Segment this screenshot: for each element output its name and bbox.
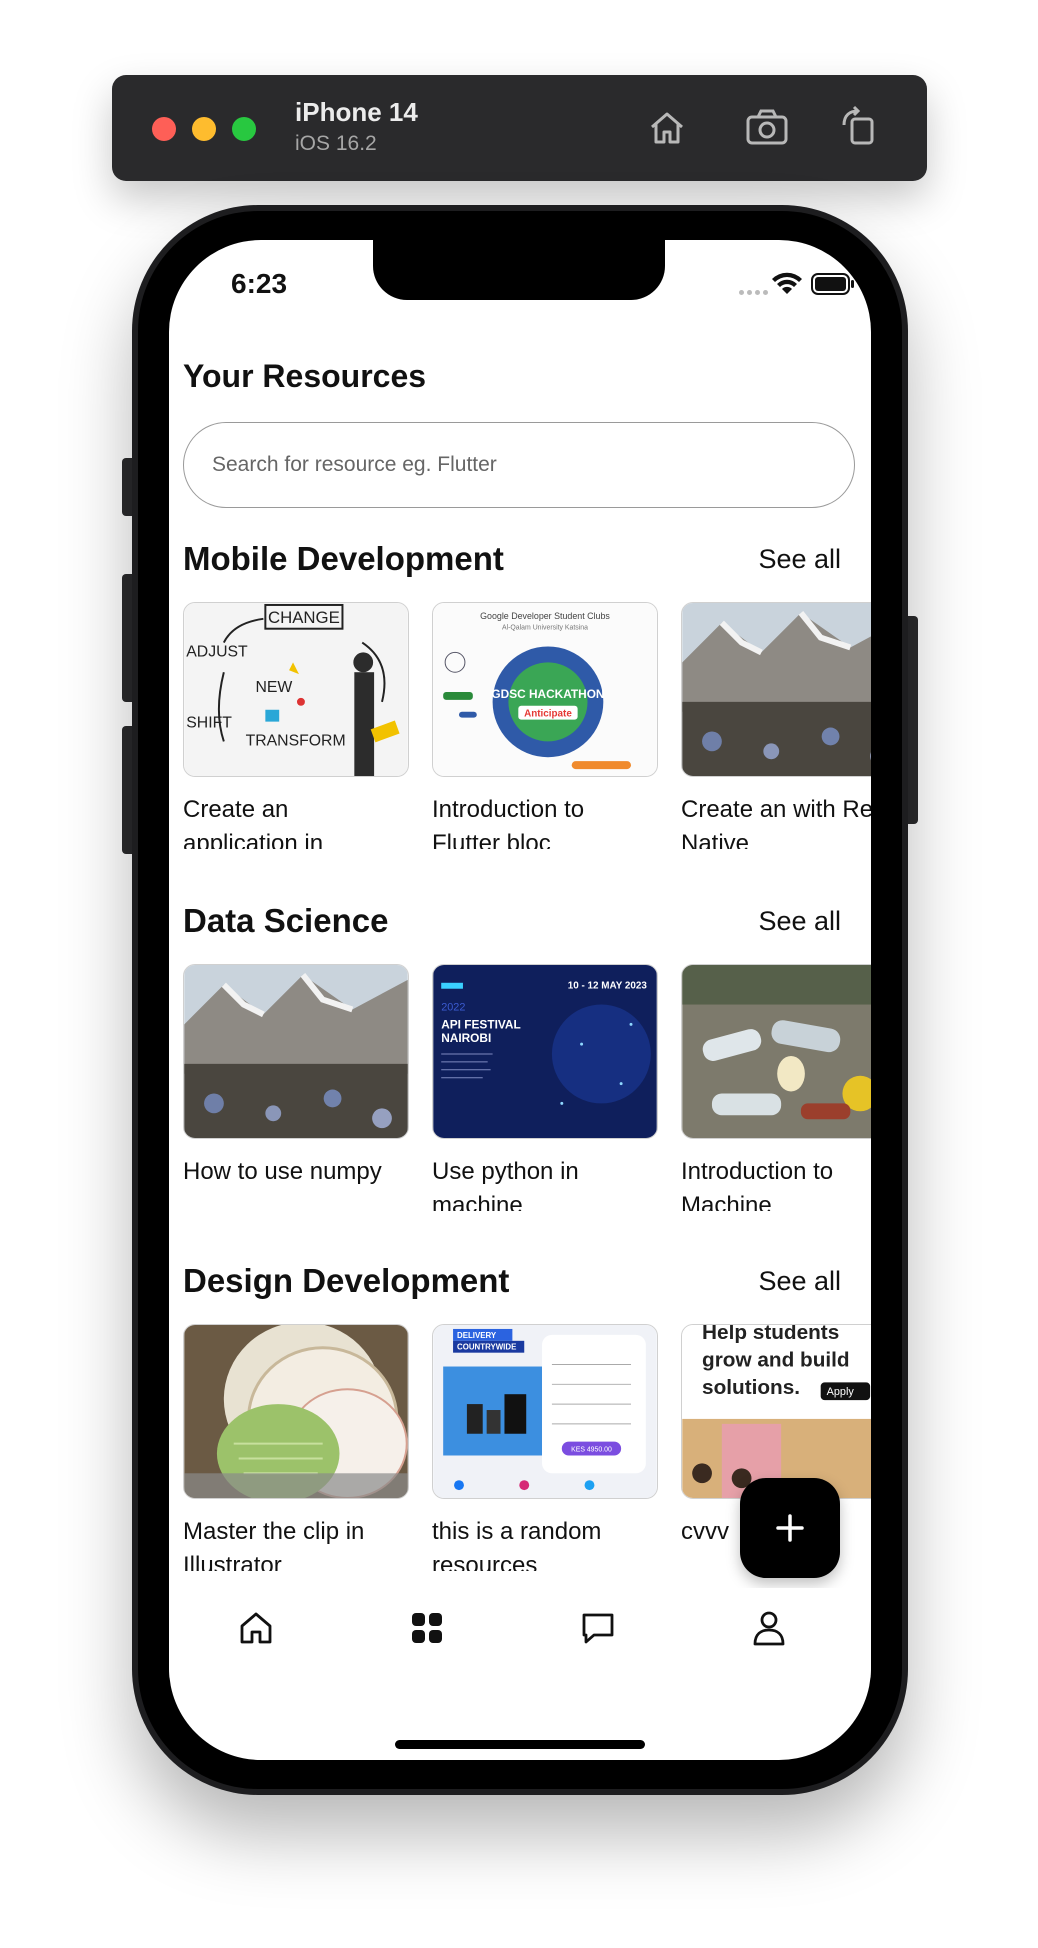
svg-text:2022: 2022 <box>441 1001 465 1013</box>
svg-text:10 - 12 MAY 2023: 10 - 12 MAY 2023 <box>568 981 648 992</box>
profile-icon <box>753 1611 785 1646</box>
power-button <box>908 616 918 824</box>
svg-text:Al-Qalam University Katsina: Al-Qalam University Katsina <box>502 625 588 632</box>
svg-text:solutions.: solutions. <box>702 1376 800 1399</box>
card-title: How to use numpy <box>183 1158 382 1185</box>
svg-text:Apply: Apply <box>827 1386 855 1398</box>
svg-text:Google Developer Student Clubs: Google Developer Student Clubs <box>480 611 610 621</box>
zoom-window-button[interactable] <box>232 117 256 141</box>
see-all-link[interactable]: See all <box>758 1266 841 1297</box>
resource-card[interactable]: DELIVERY COUNTRYWIDE KES 4950.00 this is… <box>432 1324 658 1571</box>
card-title: Introduction to Flutter bloc <box>432 796 585 849</box>
rotate-icon[interactable] <box>834 101 888 155</box>
svg-text:TRANSFORM: TRANSFORM <box>246 732 346 749</box>
card-title: Create an application in <box>183 796 324 849</box>
volume-down-button <box>122 726 132 854</box>
svg-text:KES 4950.00: KES 4950.00 <box>571 1447 612 1454</box>
close-window-button[interactable] <box>152 117 176 141</box>
card-title: Master the clip in Illustrator <box>183 1518 365 1571</box>
svg-text:NEW: NEW <box>255 679 292 696</box>
os-version: iOS 16.2 <box>295 132 377 155</box>
thumbnail-change-whiteboard: CHANGE ADJUST NEW SHIFT TRANSFORM <box>183 602 409 777</box>
card-carousel[interactable]: How to use numpy 10 - 12 MAY 2023 2022 A… <box>183 964 871 1214</box>
svg-text:API FESTIVAL: API FESTIVAL <box>441 1017 521 1031</box>
home-icon <box>240 1612 272 1644</box>
card-title: this is a random resources <box>432 1518 602 1571</box>
device-name: iPhone 14 <box>295 97 418 127</box>
plus-icon <box>776 1514 804 1542</box>
volume-up-button <box>122 574 132 702</box>
screenshot-icon[interactable] <box>740 101 794 155</box>
card-title: Create an with React Native <box>681 796 871 849</box>
thumbnail-plates <box>183 1324 409 1499</box>
card-carousel[interactable]: CHANGE ADJUST NEW SHIFT TRANSFORM Create… <box>183 602 871 852</box>
status-time: 6:23 <box>231 268 288 299</box>
resource-card[interactable]: How to use numpy <box>183 964 409 1211</box>
nav-home[interactable] <box>234 1606 278 1650</box>
bottom-nav <box>169 1588 871 1678</box>
card-title: Introduction to Machine <box>681 1158 834 1211</box>
svg-text:Anticipate: Anticipate <box>524 709 572 720</box>
minimize-window-button[interactable] <box>192 117 216 141</box>
svg-text:Help students: Help students <box>702 1325 839 1344</box>
svg-text:CHANGE: CHANGE <box>268 608 340 627</box>
page-title: Your Resources <box>183 358 427 394</box>
section-title: Design Development <box>183 1262 510 1299</box>
thumbnail-speaker-ad: DELIVERY COUNTRYWIDE KES 4950.00 <box>432 1324 658 1499</box>
see-all-link[interactable]: See all <box>758 544 841 575</box>
section-title: Data Science <box>183 902 389 939</box>
resource-card[interactable]: Create an with React Native <box>681 602 871 849</box>
wifi-icon <box>772 272 802 294</box>
grid-icon <box>412 1613 442 1643</box>
svg-text:grow and build: grow and build <box>702 1349 850 1372</box>
svg-text:COUNTRYWIDE: COUNTRYWIDE <box>457 1343 516 1352</box>
thumbnail-students-poster: Help students grow and build solutions. … <box>681 1324 871 1499</box>
battery-icon <box>811 273 854 295</box>
see-all-link[interactable]: See all <box>758 906 841 937</box>
svg-text:GDSC HACKATHON: GDSC HACKATHON <box>491 687 604 701</box>
notch <box>373 240 665 300</box>
add-resource-button[interactable] <box>740 1478 840 1578</box>
thumbnail-mountain-waste <box>183 964 409 1139</box>
nav-categories[interactable] <box>405 1606 449 1650</box>
simulator-toolbar: iPhone 14 iOS 16.2 <box>112 75 927 181</box>
phone-screen: 6:23 Your Resources Mobile Development S… <box>169 240 871 1760</box>
silent-switch <box>122 458 132 516</box>
home-icon[interactable] <box>640 101 694 155</box>
chat-icon <box>582 1613 614 1644</box>
card-title: Use python in machine <box>432 1158 579 1211</box>
resource-card[interactable]: Google Developer Student Clubs Al-Qalam … <box>432 602 658 849</box>
svg-text:ADJUST: ADJUST <box>186 643 248 660</box>
thumbnail-bottles-beach <box>681 964 871 1139</box>
thumbnail-gdsc-hackathon: Google Developer Student Clubs Al-Qalam … <box>432 602 658 777</box>
resource-card[interactable]: CHANGE ADJUST NEW SHIFT TRANSFORM Create… <box>183 602 409 849</box>
resource-card[interactable]: Introduction to Machine <box>681 964 871 1211</box>
signal-dots-icon <box>739 282 773 295</box>
svg-text:SHIFT: SHIFT <box>186 715 232 732</box>
svg-text:DELIVERY: DELIVERY <box>457 1331 497 1340</box>
thumbnail-api-festival: 10 - 12 MAY 2023 2022 API FESTIVAL NAIRO… <box>432 964 658 1139</box>
thumbnail-mountain-waste <box>681 602 871 777</box>
resource-card[interactable]: Master the clip in Illustrator <box>183 1324 409 1571</box>
nav-profile[interactable] <box>747 1606 791 1650</box>
section-title: Mobile Development <box>183 540 504 577</box>
home-indicator <box>395 1740 645 1749</box>
nav-messages[interactable] <box>576 1606 620 1650</box>
resource-card[interactable]: 10 - 12 MAY 2023 2022 API FESTIVAL NAIRO… <box>432 964 658 1211</box>
search-input[interactable] <box>183 422 855 508</box>
svg-text:NAIROBI: NAIROBI <box>441 1031 491 1045</box>
